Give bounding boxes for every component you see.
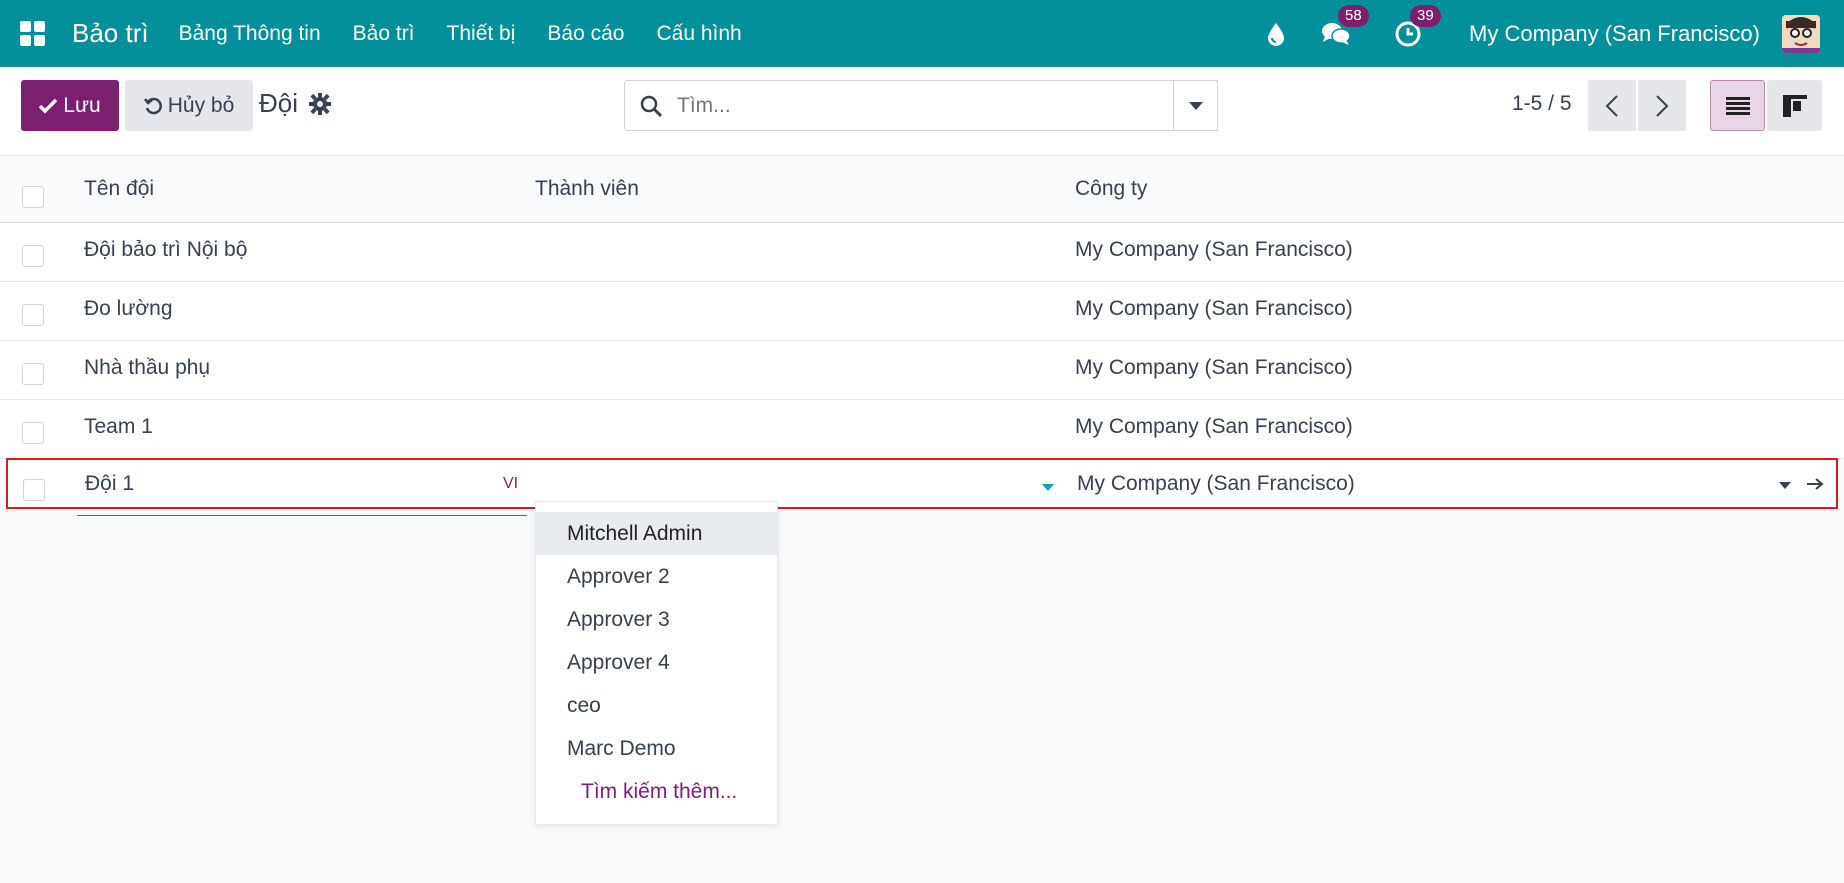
list-icon [1725, 96, 1750, 115]
dropdown-option[interactable]: ceo [536, 684, 777, 727]
activities-button[interactable]: 39 [1393, 4, 1441, 49]
discard-button[interactable]: Hủy bỏ [125, 80, 253, 131]
search-icon [625, 94, 677, 118]
table-row[interactable]: Nhà thầu phụ My Company (San Francisco) [0, 341, 1844, 400]
table-row[interactable]: Đo lường My Company (San Francisco) [0, 282, 1844, 341]
company-cell: My Company (San Francisco) [1075, 238, 1353, 261]
select-all-checkbox[interactable] [22, 186, 44, 208]
messages-button[interactable]: 58 [1321, 4, 1369, 49]
company-switcher[interactable]: My Company (San Francisco) [1469, 21, 1760, 47]
list-view-button[interactable] [1710, 80, 1765, 131]
kanban-icon [1782, 94, 1807, 117]
name-input-underline [77, 515, 527, 516]
dropdown-option[interactable]: Approver 2 [536, 555, 777, 598]
team-name-cell: Đo lường [84, 297, 173, 320]
search-options-toggle[interactable] [1173, 80, 1218, 131]
team-name-cell: Team 1 [84, 415, 153, 438]
row-checkbox[interactable] [22, 363, 44, 385]
messages-badge: 58 [1338, 4, 1369, 27]
activities-badge: 39 [1410, 4, 1441, 27]
user-avatar[interactable] [1782, 14, 1820, 53]
team-name-cell: Nhà thầu phụ [84, 356, 211, 379]
menu-item-equipment[interactable]: Thiết bị [447, 22, 516, 46]
kanban-view-button[interactable] [1767, 80, 1822, 131]
editing-row[interactable]: Đội 1 VI My Company (San Francisco) [6, 458, 1838, 509]
search-more-link[interactable]: Tìm kiếm thêm... [536, 770, 777, 813]
company-cell: My Company (San Francisco) [1075, 415, 1353, 438]
search-input[interactable] [677, 93, 1217, 118]
header-members[interactable]: Thành viên [535, 177, 639, 201]
dropdown-option[interactable]: Approver 3 [536, 598, 777, 641]
company-cell: My Company (San Francisco) [1075, 356, 1353, 379]
pager-previous-button[interactable] [1588, 80, 1636, 131]
menu-item-dashboard[interactable]: Bảng Thông tin [179, 22, 321, 46]
search-bar [624, 80, 1218, 131]
save-button[interactable]: Lưu [21, 80, 119, 131]
company-input[interactable]: My Company (San Francisco) [1077, 472, 1355, 496]
table-row[interactable]: Team 1 My Company (San Francisco) [0, 400, 1844, 459]
chevron-right-icon [1656, 94, 1669, 117]
language-tag[interactable]: VI [503, 475, 518, 493]
pager-value[interactable]: 1-5 / 5 [1512, 92, 1572, 116]
app-brand[interactable]: Bảo trì [72, 18, 149, 49]
members-autocomplete-dropdown: Mitchell Admin Approver 2 Approver 3 App… [535, 501, 778, 825]
row-checkbox[interactable] [22, 245, 44, 267]
company-cell: My Company (San Francisco) [1075, 297, 1353, 320]
save-label: Lưu [63, 93, 101, 117]
dropdown-option[interactable]: Mitchell Admin [536, 512, 777, 555]
menu-item-maintenance[interactable]: Bảo trì [353, 22, 415, 46]
caret-down-icon [1188, 101, 1203, 110]
apps-grid-icon [19, 21, 45, 46]
teams-list: Tên đội Thành viên Công ty Đội bảo trì N… [0, 156, 1844, 459]
check-icon [39, 98, 58, 113]
team-name-input[interactable]: Đội 1 [85, 472, 134, 496]
arrow-right-icon[interactable] [1806, 477, 1824, 491]
control-panel: Lưu Hủy bỏ Đội 1-5 / 5 [0, 67, 1844, 156]
pager-next-button[interactable] [1638, 80, 1686, 131]
chevron-left-icon [1605, 94, 1618, 117]
app-menu-button[interactable] [0, 0, 64, 67]
company-dropdown-caret-icon[interactable] [1779, 482, 1791, 489]
breadcrumb: Đội [259, 88, 299, 118]
row-checkbox[interactable] [22, 304, 44, 326]
drop-icon[interactable] [1261, 19, 1291, 49]
top-navbar: Bảo trì Bảng Thông tin Bảo trì Thiết bị … [0, 0, 1844, 67]
undo-icon [143, 97, 162, 114]
row-checkbox[interactable] [23, 479, 45, 501]
menu-item-reporting[interactable]: Báo cáo [547, 22, 624, 46]
header-company[interactable]: Công ty [1075, 177, 1147, 201]
table-header: Tên đội Thành viên Công ty [0, 156, 1844, 223]
row-checkbox[interactable] [22, 422, 44, 444]
team-name-cell: Đội bảo trì Nội bộ [84, 238, 248, 261]
discard-label: Hủy bỏ [167, 93, 235, 117]
dropdown-option[interactable]: Approver 4 [536, 641, 777, 684]
members-dropdown-caret-icon[interactable] [1042, 484, 1054, 491]
header-team-name[interactable]: Tên đội [84, 177, 154, 201]
menu-item-configuration[interactable]: Cấu hình [656, 22, 741, 46]
table-row[interactable]: Đội bảo trì Nội bộ My Company (San Franc… [0, 223, 1844, 282]
gear-icon[interactable] [308, 92, 332, 116]
dropdown-option[interactable]: Marc Demo [536, 727, 777, 770]
